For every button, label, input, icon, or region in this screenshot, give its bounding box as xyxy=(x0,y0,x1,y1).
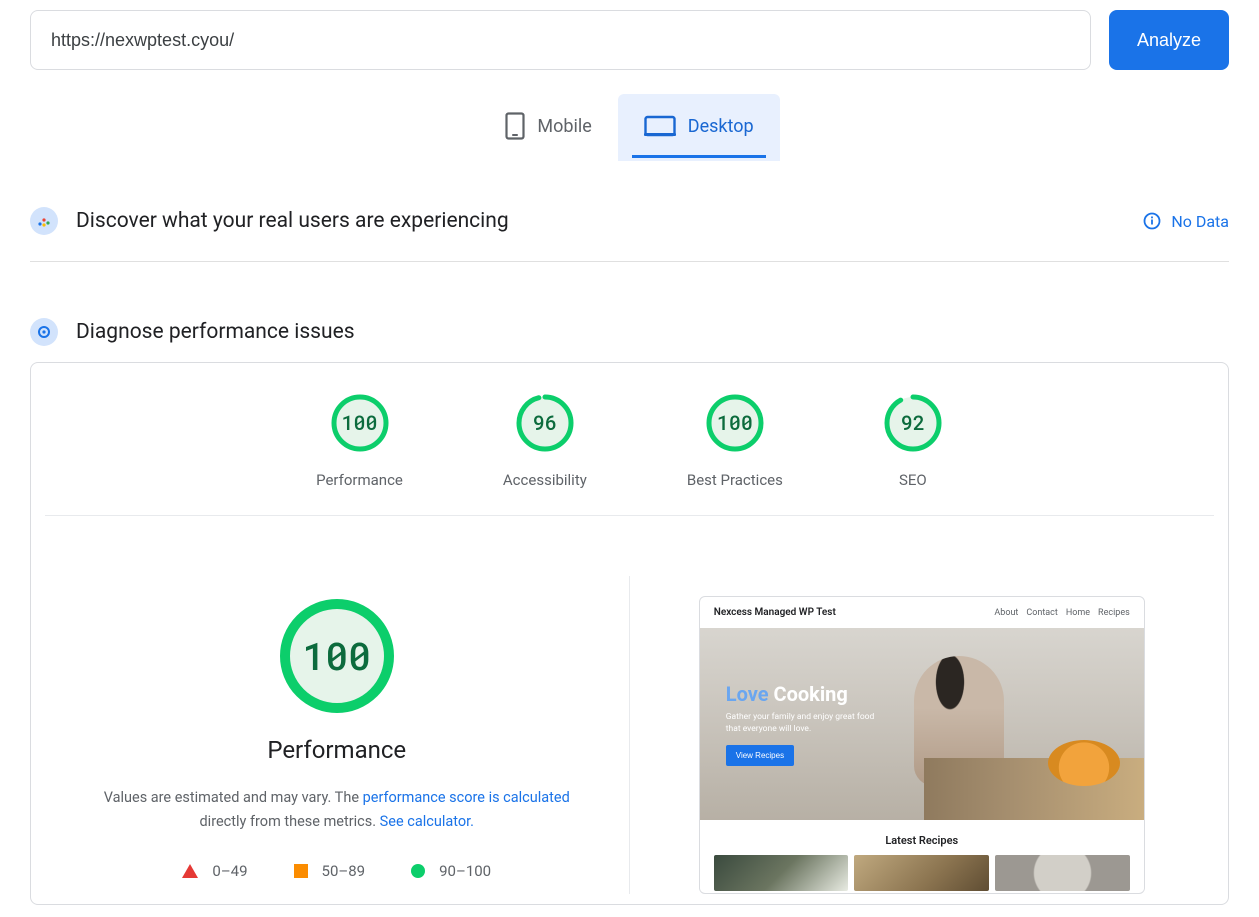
gauge-seo-value: 92 xyxy=(883,393,943,453)
gauge-performance-value: 100 xyxy=(330,393,390,453)
preview-thumbnails xyxy=(700,855,1144,893)
tab-desktop-label: Desktop xyxy=(688,116,754,137)
preview-thumb-1 xyxy=(714,855,849,891)
preview-thumb-3 xyxy=(995,855,1130,891)
discover-section-header: Discover what your real users are experi… xyxy=(30,191,1229,251)
tab-mobile[interactable]: Mobile xyxy=(479,94,617,161)
diagnose-icon xyxy=(30,318,58,346)
legend-fail: 0–49 xyxy=(182,862,247,880)
performance-title: Performance xyxy=(267,736,406,764)
gauge-seo-label: SEO xyxy=(899,471,927,489)
score-calc-link[interactable]: performance score is calculated xyxy=(363,789,570,806)
no-data-link[interactable]: No Data xyxy=(1143,212,1229,231)
triangle-red-icon xyxy=(182,864,198,878)
info-icon xyxy=(1143,212,1161,230)
big-performance-gauge: 100 xyxy=(277,596,397,716)
see-calculator-link[interactable]: See calculator. xyxy=(380,813,474,830)
performance-detail: 100 Performance Values are estimated and… xyxy=(45,576,630,894)
circle-green-icon xyxy=(411,864,425,878)
square-orange-icon xyxy=(294,864,308,878)
diagnose-title: Diagnose performance issues xyxy=(76,320,1229,344)
gauge-accessibility-value: 96 xyxy=(515,393,575,453)
desktop-icon xyxy=(644,114,676,138)
gauge-accessibility-label: Accessibility xyxy=(503,471,587,489)
big-performance-value: 100 xyxy=(277,596,397,716)
preview-nav: About Contact Home Recipes xyxy=(994,608,1129,618)
gauge-performance[interactable]: 100 Performance xyxy=(316,393,403,489)
no-data-label: No Data xyxy=(1171,212,1229,231)
score-legend: 0–49 50–89 90–100 xyxy=(182,862,491,880)
analyze-button[interactable]: Analyze xyxy=(1109,10,1229,70)
preview-thumb-2 xyxy=(854,855,989,891)
preview-latest-heading: Latest Recipes xyxy=(700,820,1144,855)
discover-icon xyxy=(30,207,58,235)
gauge-accessibility[interactable]: 96 Accessibility xyxy=(503,393,587,489)
tab-mobile-label: Mobile xyxy=(537,116,591,137)
preview-cta-button: View Recipes xyxy=(726,745,794,766)
performance-description: Values are estimated and may vary. The p… xyxy=(87,786,587,834)
url-input[interactable] xyxy=(30,10,1091,70)
discover-title: Discover what your real users are experi… xyxy=(76,209,1125,233)
gauge-performance-label: Performance xyxy=(316,471,403,489)
device-tabs: Mobile Desktop xyxy=(30,94,1229,161)
gauge-best-practices[interactable]: 100 Best Practices xyxy=(687,393,783,489)
lighthouse-card: 100 Performance 96 Accessibility xyxy=(30,362,1229,905)
preview-site-title: Nexcess Managed WP Test xyxy=(714,607,836,618)
tab-desktop[interactable]: Desktop xyxy=(618,94,780,161)
gauges-row: 100 Performance 96 Accessibility xyxy=(45,393,1214,516)
diagnose-section-header: Diagnose performance issues xyxy=(30,302,1229,362)
gauge-seo[interactable]: 92 SEO xyxy=(883,393,943,489)
mobile-icon xyxy=(505,112,525,140)
site-preview: Nexcess Managed WP Test About Contact Ho… xyxy=(699,596,1145,894)
preview-hero: Love Cooking Gather your family and enjo… xyxy=(700,628,1144,820)
legend-pass: 90–100 xyxy=(411,862,491,880)
legend-average: 50–89 xyxy=(294,862,366,880)
preview-fruit-illustration xyxy=(1048,740,1120,786)
divider xyxy=(30,261,1229,262)
gauge-best-practices-value: 100 xyxy=(705,393,765,453)
preview-hero-subtitle: Gather your family and enjoy great food … xyxy=(726,712,876,735)
gauge-best-practices-label: Best Practices xyxy=(687,471,783,489)
